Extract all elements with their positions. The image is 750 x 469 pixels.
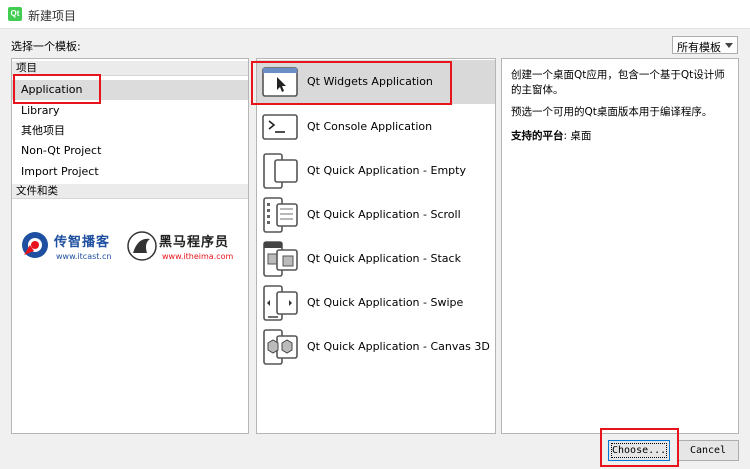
template-label: Qt Quick Application - Scroll	[307, 208, 461, 221]
platform-value: : 桌面	[563, 130, 592, 142]
template-label: Qt Quick Application - Empty	[307, 164, 466, 177]
window-title: 新建项目	[28, 9, 77, 23]
platform-label: 支持的平台	[511, 130, 564, 142]
quick-swipe-icon	[263, 285, 298, 321]
template-description-panel: 创建一个桌面Qt应用，包含一个基于Qt设计师的主窗体。 预选一个可用的Qt桌面版…	[501, 58, 739, 434]
category-import-project[interactable]: Import Project	[12, 162, 248, 182]
console-app-icon	[262, 114, 298, 140]
chevron-down-icon	[725, 43, 733, 48]
qt-logo-icon: Qt	[8, 7, 22, 21]
quick-scroll-icon	[263, 197, 298, 233]
template-quick-swipe[interactable]: Qt Quick Application - Swipe	[257, 281, 495, 325]
cancel-button[interactable]: Cancel	[677, 440, 739, 461]
branding-logos: 传智播客 www.itcast.cn 黑马程序员 www.itheima.com	[16, 229, 244, 269]
logo1-name: 传智播客	[54, 235, 111, 250]
template-label: Qt Quick Application - Stack	[307, 252, 461, 265]
description-line1: 创建一个桌面Qt应用，包含一个基于Qt设计师的主窗体。	[511, 69, 725, 96]
title-bar: Qt 新建项目	[0, 0, 750, 29]
quick-canvas3d-icon	[263, 329, 298, 365]
quick-stack-icon	[263, 241, 298, 277]
category-non-qt-project[interactable]: Non-Qt Project	[12, 141, 248, 161]
category-list: 项目 Application Library 其他项目 Non-Qt Proje…	[11, 58, 249, 434]
template-label: Qt Console Application	[307, 120, 433, 133]
logo1-url: www.itcast.cn	[56, 252, 112, 261]
template-qt-console[interactable]: Qt Console Application	[257, 105, 495, 149]
highlight-box-choose	[600, 428, 679, 467]
template-list: Qt Widgets Application Qt Console Applic…	[256, 58, 496, 434]
template-label: Qt Quick Application - Canvas 3D	[307, 340, 490, 353]
template-filter-select[interactable]: 所有模板	[672, 36, 738, 54]
highlight-box-widgets	[251, 61, 452, 105]
category-library[interactable]: Library	[12, 101, 248, 121]
logo2-url: www.itheima.com	[162, 252, 234, 261]
template-quick-canvas3d[interactable]: Qt Quick Application - Canvas 3D	[257, 325, 495, 369]
template-label: Qt Quick Application - Swipe	[307, 296, 464, 309]
template-filter-value: 所有模板	[677, 41, 721, 54]
quick-empty-icon	[263, 153, 298, 189]
template-quick-empty[interactable]: Qt Quick Application - Empty	[257, 149, 495, 193]
highlight-box-application	[13, 74, 101, 104]
category-other-projects[interactable]: 其他项目	[12, 121, 248, 141]
description-line2: 预选一个可用的Qt桌面版本用于编译程序。	[511, 106, 713, 118]
template-quick-scroll[interactable]: Qt Quick Application - Scroll	[257, 193, 495, 237]
supported-platforms: 支持的平台: 桌面	[511, 129, 733, 144]
category-header-files: 文件和类	[12, 184, 248, 199]
logo2-name: 黑马程序员	[159, 235, 230, 250]
template-quick-stack[interactable]: Qt Quick Application - Stack	[257, 237, 495, 281]
choose-template-label: 选择一个模板:	[11, 40, 81, 53]
